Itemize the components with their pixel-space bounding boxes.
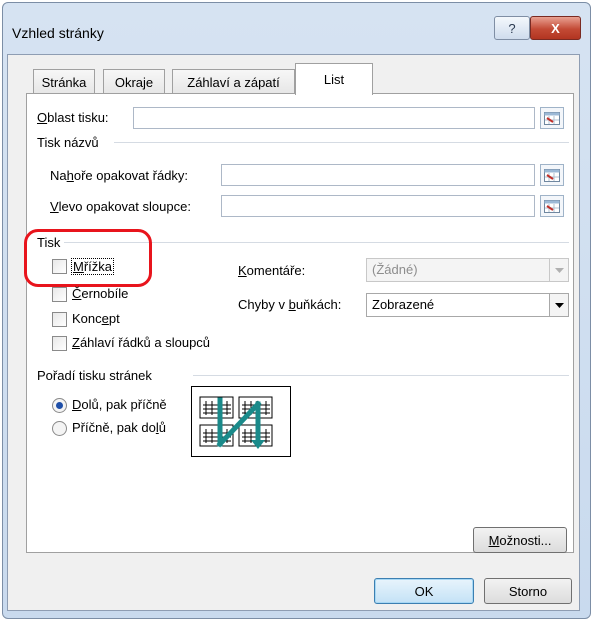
down-then-over-radio[interactable] [52,398,67,413]
comments-label: Komentáře: [238,263,306,278]
down-then-over-label: Dolů, pak příčně [72,397,167,412]
comments-select[interactable]: (Žádné) [366,258,569,282]
page-order-preview-graphic [199,396,273,449]
over-then-down-radio[interactable] [52,421,67,436]
divider [193,375,569,376]
ok-button[interactable]: OK [374,578,474,604]
tab-okraje[interactable]: Okraje [103,69,165,94]
print-area-input[interactable] [133,107,535,129]
chevron-down-icon [549,259,568,281]
chevron-down-icon [549,294,568,316]
cancel-button[interactable]: Storno [484,578,572,604]
range-select-icon [544,199,560,213]
cols-repeat-label: Vlevo opakovat sloupce: [50,199,191,214]
errors-select[interactable]: Zobrazené [366,293,569,317]
rows-repeat-label: Nahoře opakovat řádky: [50,168,189,183]
divider [114,142,569,143]
over-then-down-label: Příčně, pak dolů [72,420,166,435]
page-order-preview [191,386,291,457]
draft-checkbox[interactable] [52,312,67,327]
help-icon: ? [508,20,516,36]
options-button[interactable]: Možnosti... [473,527,567,553]
cols-repeat-range-button[interactable] [540,195,564,217]
close-button[interactable]: X [530,16,581,40]
range-select-icon [544,168,560,182]
headings-checkbox[interactable] [52,336,67,351]
highlight-annotation [24,229,152,287]
close-icon: X [551,20,560,36]
print-titles-section: Tisk názvů [37,135,99,150]
draft-label: Koncept [72,311,120,326]
black-white-label: Černobíle [72,286,129,301]
print-area-range-button[interactable] [540,107,564,129]
tab-zahlavi-zapati[interactable]: Záhlaví a zápatí [172,69,295,94]
cols-repeat-input[interactable] [221,195,535,217]
print-area-label: Oblast tisku: [37,110,109,125]
rows-repeat-range-button[interactable] [540,164,564,186]
tab-stranka[interactable]: Stránka [33,69,95,94]
rows-repeat-input[interactable] [221,164,535,186]
headings-label: Záhlaví řádků a sloupců [72,335,211,350]
help-button[interactable]: ? [494,16,530,40]
range-select-icon [544,111,560,125]
black-white-checkbox[interactable] [52,287,67,302]
dialog-title: Vzhled stránky [12,25,104,41]
tab-list[interactable]: List [295,63,373,95]
errors-label: Chyby v buňkách: [238,297,342,312]
page-order-section: Pořadí tisku stránek [37,368,152,383]
